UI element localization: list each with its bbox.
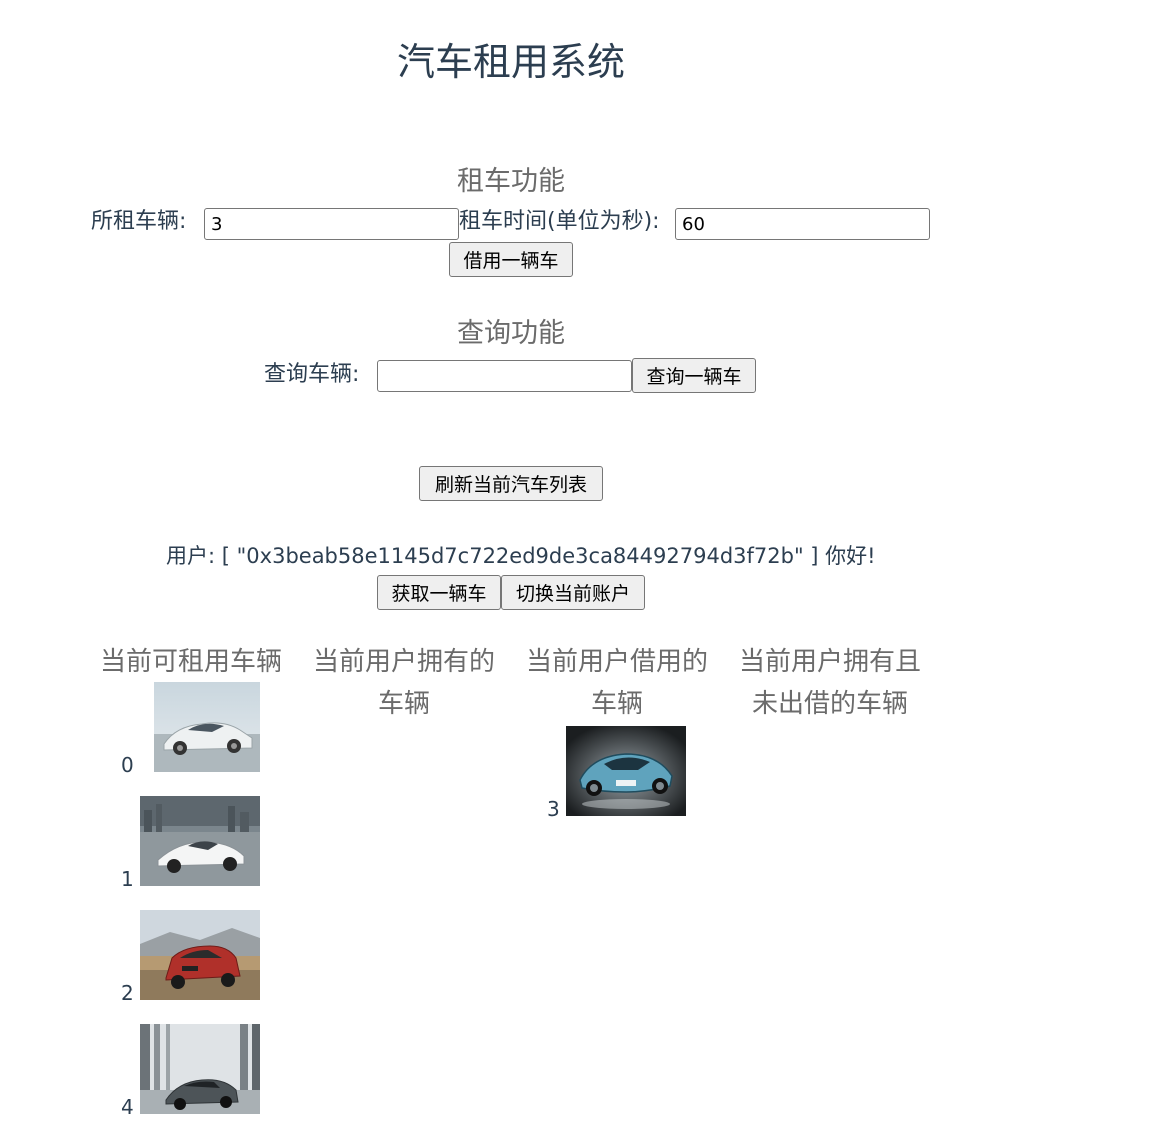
user-info: 用户: [ "0x3beab58e1145d7c722ed9de3ca84492… — [166, 541, 876, 571]
rent-section-heading: 租车功能 — [457, 166, 565, 197]
borrowed-car-index: 3 — [547, 797, 560, 821]
car-image-white-supercar — [140, 796, 260, 886]
user-address: [ "0x3beab58e1145d7c722ed9de3ca84492794d… — [221, 544, 819, 568]
query-car-input[interactable] — [377, 360, 632, 392]
available-car-index: 0 — [121, 753, 134, 777]
get-car-button[interactable]: 获取一辆车 — [377, 575, 501, 610]
available-car-index: 1 — [121, 867, 134, 891]
owned-cars-heading: 当前用户拥有的车辆 — [312, 647, 495, 719]
query-car-button[interactable]: 查询一辆车 — [632, 358, 756, 393]
user-greeting: 你好! — [825, 544, 876, 568]
page-title: 汽车租用系统 — [396, 40, 625, 84]
rent-time-input[interactable] — [675, 208, 930, 240]
rent-car-label: 所租车辆: — [91, 209, 187, 234]
car-image-blue-concept-car — [566, 726, 686, 816]
query-section-heading: 查询功能 — [457, 318, 565, 349]
owned-unlent-cars-heading: 当前用户拥有且未出借的车辆 — [738, 647, 921, 719]
available-cars-heading: 当前可租用车辆 — [99, 647, 282, 677]
user-label: 用户: — [166, 544, 216, 568]
car-image-red-suv — [140, 910, 260, 1000]
available-car-index: 2 — [121, 981, 134, 1005]
rent-car-input[interactable] — [204, 208, 459, 240]
rent-time-label: 租车时间(单位为秒): — [459, 209, 660, 234]
query-car-label: 查询车辆: — [264, 362, 360, 387]
car-image-grey-coupe — [140, 1024, 260, 1114]
car-image-silver-sedan — [154, 682, 260, 772]
rent-car-button[interactable]: 借用一辆车 — [449, 242, 573, 277]
borrowed-cars-heading: 当前用户借用的车辆 — [525, 647, 708, 719]
refresh-car-list-button[interactable]: 刷新当前汽车列表 — [419, 466, 603, 501]
switch-account-button[interactable]: 切换当前账户 — [501, 575, 645, 610]
available-car-index: 4 — [121, 1095, 134, 1119]
